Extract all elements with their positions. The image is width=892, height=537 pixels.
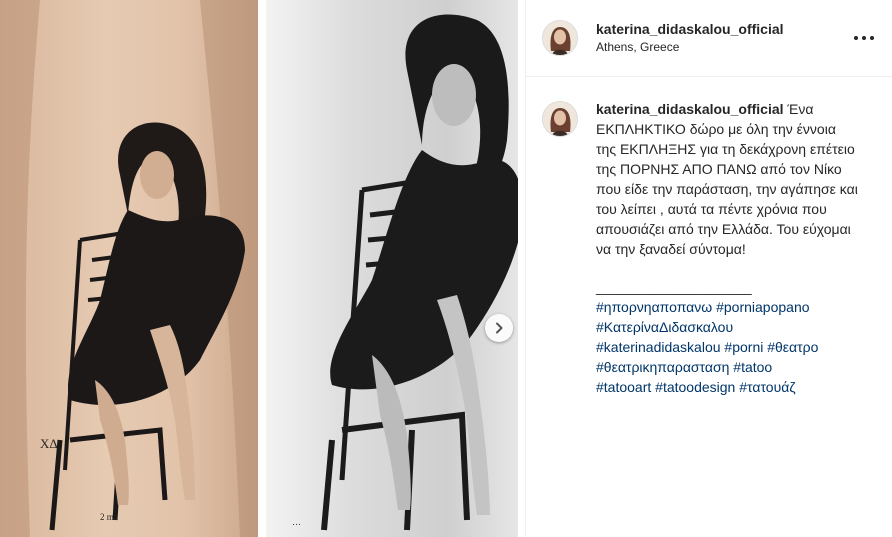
- next-image-button[interactable]: [485, 314, 513, 342]
- header-username[interactable]: katerina_didaskalou_official: [596, 21, 784, 39]
- caption-text: Ένα ΕΚΠΛΗΚΤΙΚΟ δώρο με όλη την έννοια τη…: [596, 101, 862, 257]
- hashtag-link[interactable]: #θεατρο: [767, 339, 818, 355]
- caption-username[interactable]: katerina_didaskalou_official: [596, 101, 784, 117]
- caption-divider: ____________________: [596, 279, 752, 295]
- hashtag-link[interactable]: #θεατρικηπαρασταση: [596, 359, 729, 375]
- post-header: katerina_didaskalou_official Athens, Gre…: [526, 0, 892, 77]
- image-edge: [518, 0, 525, 537]
- hashtag-link[interactable]: #porni: [724, 339, 763, 355]
- hashtag-link[interactable]: #tatoodesign: [655, 379, 735, 395]
- header-location[interactable]: Athens, Greece: [596, 40, 784, 55]
- post-image[interactable]: ΧΔ 2 ma …: [0, 0, 525, 537]
- image-divider: [258, 0, 266, 537]
- hashtag-link[interactable]: #ΚατερίναΔιδασκαλου: [596, 319, 733, 335]
- post-sidebar: katerina_didaskalou_official Athens, Gre…: [525, 0, 892, 537]
- more-options-icon[interactable]: [854, 30, 874, 46]
- tattoo-initials: ΧΔ: [40, 436, 58, 451]
- hashtag-link[interactable]: #τατουάζ: [739, 379, 795, 395]
- hashtag-link[interactable]: #tatooart: [596, 379, 651, 395]
- svg-text:…: …: [292, 517, 301, 527]
- hashtag-link[interactable]: #porniapopano: [716, 299, 809, 315]
- caption-body: katerina_didaskalou_official Ένα ΕΚΠΛΗΚΤ…: [596, 99, 858, 397]
- hashtag-list: #ηπορνηαποπανω #porniapopano #ΚατερίναΔι…: [596, 297, 858, 397]
- tattoo-date: 2 ma: [100, 512, 118, 522]
- hashtag-link[interactable]: #katerinadidaskalou: [596, 339, 721, 355]
- hashtag-link[interactable]: #ηπορνηαποπανω: [596, 299, 712, 315]
- tattoo-illustration: ΧΔ 2 ma: [0, 0, 262, 537]
- hashtag-link[interactable]: #tatoo: [733, 359, 772, 375]
- chevron-right-icon: [496, 322, 503, 334]
- instagram-post: ΧΔ 2 ma … katerina_didaskalou_official A…: [0, 0, 892, 537]
- caption-avatar[interactable]: [542, 101, 578, 137]
- caption-comment: katerina_didaskalou_official Ένα ΕΚΠΛΗΚΤ…: [526, 77, 892, 397]
- profile-photo: [543, 102, 577, 136]
- tattoo-photo-skin: ΧΔ 2 ma: [0, 0, 262, 537]
- avatar[interactable]: [542, 20, 578, 56]
- tattoo-sketch-photo: …: [262, 0, 525, 537]
- sketch-illustration: …: [292, 14, 524, 531]
- profile-photo: [543, 21, 577, 55]
